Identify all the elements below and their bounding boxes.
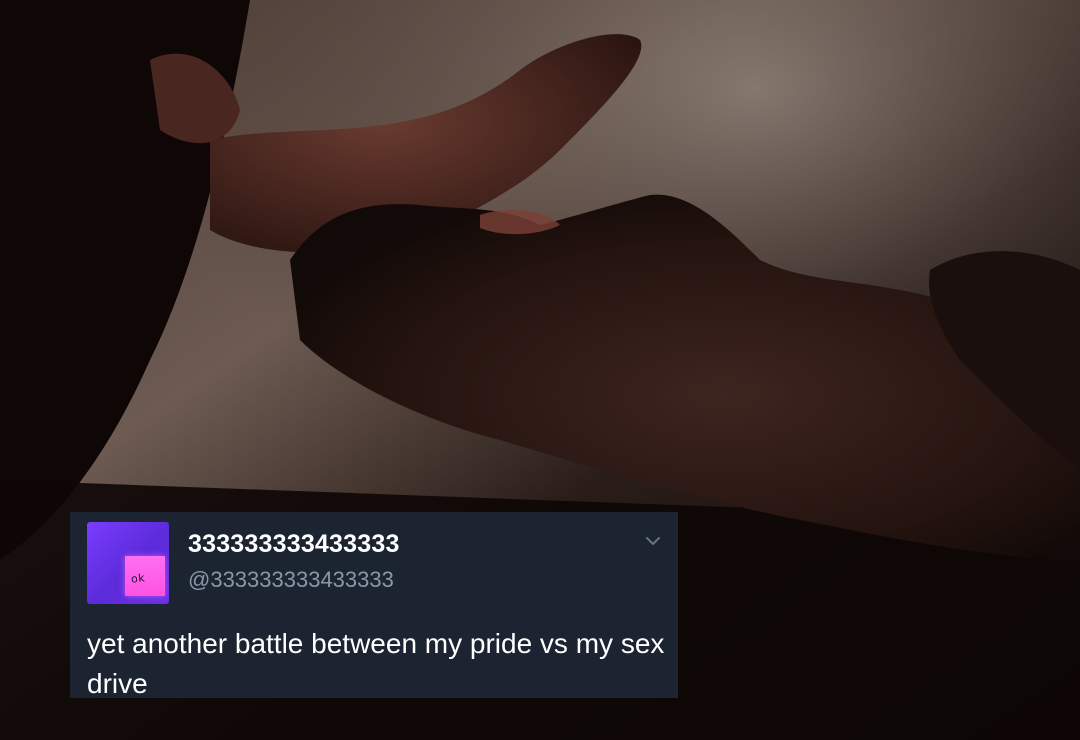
avatar-label: ok <box>130 571 146 586</box>
chevron-down-icon[interactable] <box>642 530 664 552</box>
tweet-card: ok 333333333433333 @333333333433333 yet … <box>70 512 678 699</box>
avatar[interactable]: ok <box>87 522 169 604</box>
tweet-text: yet another battle between my pride vs m… <box>87 628 665 699</box>
user-handle[interactable]: @333333333433333 <box>188 567 394 593</box>
meme-image: ok 333333333433333 @333333333433333 yet … <box>0 0 1080 740</box>
display-name[interactable]: 333333333433333 <box>188 530 400 559</box>
